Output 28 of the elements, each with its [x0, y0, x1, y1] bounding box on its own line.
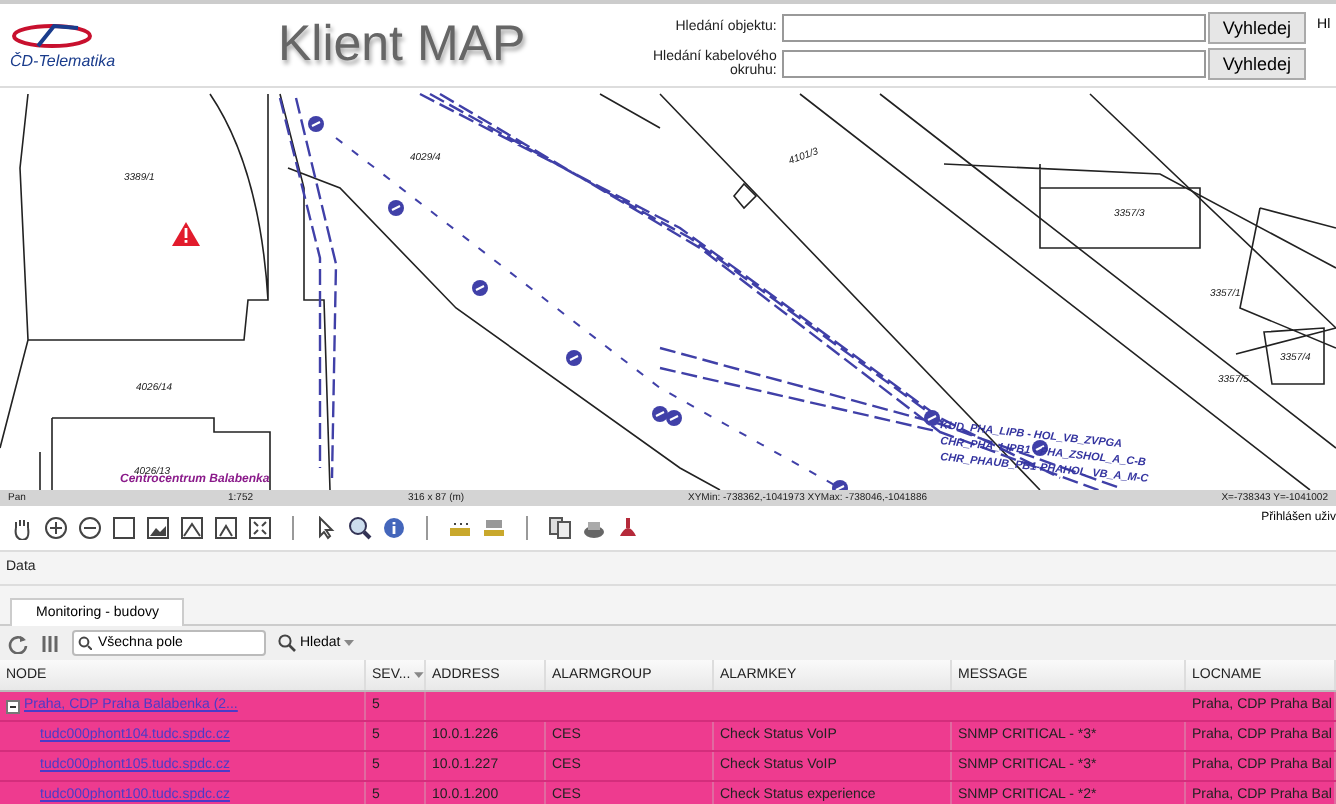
- layer-icon[interactable]: [482, 516, 506, 540]
- warning-icon[interactable]: [172, 222, 200, 246]
- sort-icon: [414, 671, 424, 679]
- refresh-icon[interactable]: [8, 633, 28, 653]
- app-title: Klient MAP: [277, 16, 528, 74]
- hand-icon[interactable]: [10, 516, 34, 540]
- search-button[interactable]: Vyhledej: [1208, 11, 1306, 43]
- square-icon[interactable]: [112, 516, 136, 540]
- full-extent-icon[interactable]: [248, 516, 272, 540]
- zoom-out-icon[interactable]: [78, 516, 102, 540]
- info-icon[interactable]: [382, 516, 406, 540]
- mountain-icon[interactable]: [214, 516, 238, 540]
- mountain-icon[interactable]: [180, 516, 204, 540]
- search-field[interactable]: [782, 13, 1207, 41]
- pointer-icon[interactable]: [314, 516, 338, 540]
- logo-text: ČD-Telematika: [10, 51, 116, 69]
- search-field[interactable]: [782, 49, 1207, 77]
- magnifier-icon[interactable]: [348, 516, 372, 540]
- zoom-in-icon[interactable]: [44, 516, 68, 540]
- expander-icon[interactable]: [6, 699, 20, 713]
- search-icon: [278, 634, 296, 652]
- logo-icon: [10, 21, 94, 49]
- search-icon: [78, 636, 92, 650]
- copy-icon[interactable]: [548, 516, 572, 540]
- columns-icon[interactable]: [40, 633, 60, 653]
- caret-icon: [344, 639, 355, 647]
- image-icon[interactable]: [146, 516, 170, 540]
- search-button[interactable]: Vyhledej: [1208, 47, 1306, 79]
